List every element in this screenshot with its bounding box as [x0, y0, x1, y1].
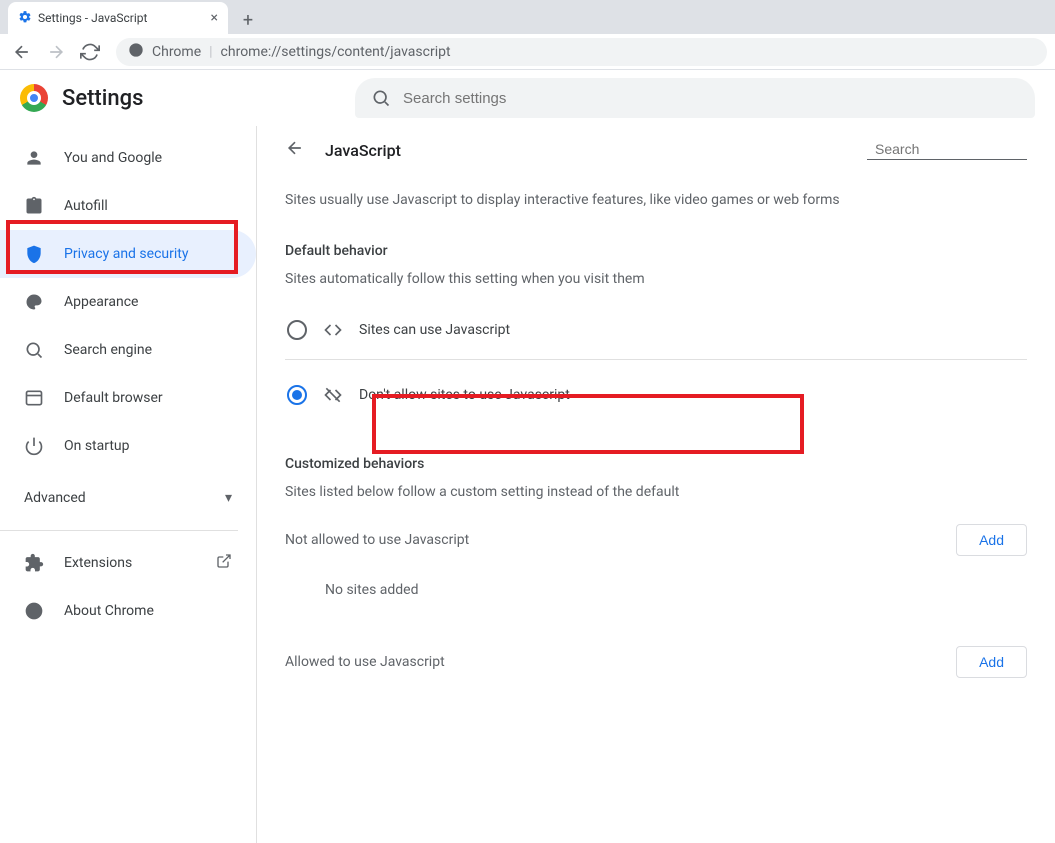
app-header: Settings — [0, 70, 1055, 126]
browser-icon — [24, 388, 44, 408]
gear-icon — [18, 10, 32, 27]
back-arrow-button[interactable] — [285, 138, 305, 162]
person-icon — [24, 148, 44, 168]
back-button[interactable] — [8, 38, 36, 66]
sidebar-item-about[interactable]: About Chrome — [0, 587, 256, 635]
forward-button[interactable] — [42, 38, 70, 66]
sidebar-item-extensions[interactable]: Extensions — [0, 539, 256, 587]
radio-button-selected[interactable] — [287, 385, 307, 405]
new-tab-button[interactable]: + — [234, 6, 262, 34]
sidebar-item-you-and-google[interactable]: You and Google — [0, 134, 256, 182]
customized-title: Customized behaviors — [285, 456, 1027, 472]
sidebar-item-on-startup[interactable]: On startup — [0, 422, 256, 470]
page-description: Sites usually use Javascript to display … — [285, 190, 1027, 211]
sidebar: You and Google Autofill Privacy and secu… — [0, 126, 256, 843]
sidebar-item-label: Default browser — [64, 390, 163, 406]
url-path: chrome://settings/content/javascript — [221, 44, 451, 60]
sidebar-item-default-browser[interactable]: Default browser — [0, 374, 256, 422]
address-bar[interactable]: Chrome | chrome://settings/content/javas… — [116, 38, 1047, 66]
chevron-down-icon: ▾ — [225, 490, 232, 506]
not-allowed-title: Not allowed to use Javascript — [285, 532, 469, 548]
tab-title: Settings - JavaScript — [38, 11, 147, 25]
main-content: JavaScript Sites usually use Javascript … — [256, 126, 1055, 843]
palette-icon — [24, 292, 44, 312]
browser-toolbar: Chrome | chrome://settings/content/javas… — [0, 34, 1055, 70]
advanced-label: Advanced — [24, 490, 86, 506]
code-icon — [323, 320, 343, 340]
radio-allow-label: Sites can use Javascript — [359, 322, 510, 338]
allowed-section: Allowed to use Javascript Add — [285, 646, 1027, 678]
close-icon[interactable]: × — [211, 10, 218, 26]
radio-button-unselected[interactable] — [287, 320, 307, 340]
external-link-icon — [216, 553, 232, 573]
code-off-icon — [323, 385, 343, 405]
add-allowed-button[interactable]: Add — [956, 646, 1027, 678]
customized-subtitle: Sites listed below follow a custom setti… — [285, 484, 1027, 500]
sidebar-advanced[interactable]: Advanced ▾ — [0, 474, 256, 522]
search-icon — [371, 88, 391, 108]
radio-block-row[interactable]: Don't allow sites to use Javascript — [285, 370, 1027, 420]
settings-title: Settings — [62, 86, 143, 111]
sidebar-item-label: On startup — [64, 438, 130, 454]
sidebar-item-label: Appearance — [64, 294, 138, 310]
allowed-title: Allowed to use Javascript — [285, 654, 445, 670]
default-behavior-title: Default behavior — [285, 243, 1027, 259]
page-search[interactable] — [867, 141, 1027, 160]
power-icon — [24, 436, 44, 456]
divider — [0, 530, 238, 531]
shield-icon — [24, 244, 44, 264]
reload-button[interactable] — [76, 38, 104, 66]
url-label: Chrome — [152, 44, 201, 60]
sidebar-item-label: Autofill — [64, 198, 108, 214]
search-icon — [24, 340, 44, 360]
separator: | — [209, 44, 212, 60]
page-search-input[interactable] — [875, 141, 1055, 157]
chrome-logo-icon — [20, 84, 48, 112]
divider — [285, 359, 1027, 360]
default-behavior-subtitle: Sites automatically follow this setting … — [285, 271, 1027, 287]
sidebar-item-label: Privacy and security — [64, 246, 188, 262]
sidebar-item-label: About Chrome — [64, 603, 154, 619]
settings-search-input[interactable] — [403, 90, 1019, 107]
add-not-allowed-button[interactable]: Add — [956, 524, 1027, 556]
not-allowed-section: Not allowed to use Javascript Add — [285, 524, 1027, 556]
radio-block-label: Don't allow sites to use Javascript — [359, 387, 570, 403]
chrome-icon — [128, 42, 144, 62]
settings-search[interactable] — [355, 78, 1035, 118]
page-title: JavaScript — [325, 141, 401, 160]
chrome-icon — [24, 601, 44, 621]
sidebar-item-label: Search engine — [64, 342, 152, 358]
no-sites-text: No sites added — [285, 566, 1027, 622]
browser-tab[interactable]: Settings - JavaScript × — [8, 2, 228, 34]
radio-allow-row[interactable]: Sites can use Javascript — [285, 305, 1027, 355]
sidebar-item-autofill[interactable]: Autofill — [0, 182, 256, 230]
sidebar-item-search-engine[interactable]: Search engine — [0, 326, 256, 374]
sidebar-item-label: Extensions — [64, 555, 132, 571]
clipboard-icon — [24, 196, 44, 216]
tab-strip: Settings - JavaScript × + — [0, 0, 1055, 34]
extension-icon — [24, 553, 44, 573]
sidebar-item-privacy[interactable]: Privacy and security — [0, 230, 256, 278]
sidebar-item-label: You and Google — [64, 150, 162, 166]
sidebar-item-appearance[interactable]: Appearance — [0, 278, 256, 326]
